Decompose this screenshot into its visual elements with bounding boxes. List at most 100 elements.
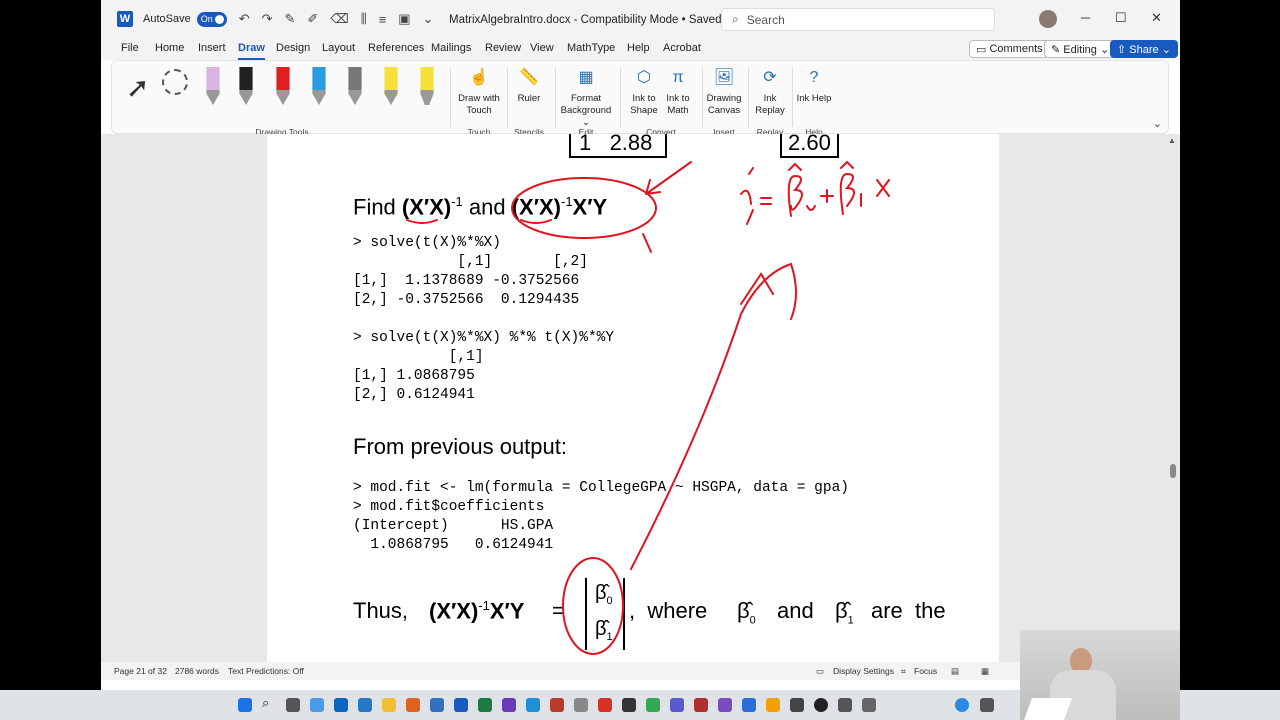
excel-icon[interactable]	[478, 698, 492, 712]
menu-draw[interactable]: Draw	[238, 42, 265, 60]
menu-insert[interactable]: Insert	[198, 42, 226, 54]
canvas-icon: 🖼	[713, 69, 735, 86]
onenote-icon[interactable]	[502, 698, 516, 712]
terminal-icon[interactable]	[622, 698, 636, 712]
acrobat-icon[interactable]	[598, 698, 612, 712]
menu-home[interactable]: Home	[155, 42, 184, 54]
outlook-icon[interactable]	[334, 698, 348, 712]
undo-icon[interactable]: ↶	[239, 11, 250, 27]
ruler-button[interactable]: 📏 Ruler	[504, 65, 554, 105]
pen-blue[interactable]	[348, 67, 362, 105]
word-window: W AutoSave On ↶ ↷ ✎ ✐ ⌫ ⫼ ≡ ▣ ⌄ MatrixAl…	[101, 0, 1180, 690]
maximize-button[interactable]: ☐	[1115, 10, 1127, 26]
pen-black[interactable]	[276, 67, 290, 105]
select-cursor-icon[interactable]: ➚	[126, 71, 149, 104]
lasso-select-icon[interactable]	[162, 69, 188, 95]
read-mode-icon[interactable]: ▤	[951, 666, 959, 677]
visualstudio-icon[interactable]	[718, 698, 732, 712]
save-icon[interactable]: ▣	[398, 11, 410, 27]
word-count[interactable]: 2786 words	[175, 666, 219, 676]
collapse-ribbon-icon[interactable]: ⌄	[1153, 117, 1162, 130]
ink-plus	[820, 189, 834, 203]
display-settings-icon[interactable]: ▭	[816, 666, 824, 677]
search-box[interactable]: ⌕ Search	[721, 8, 995, 31]
app2-icon[interactable]	[838, 698, 852, 712]
minimize-button[interactable]: ─	[1081, 10, 1090, 25]
start-icon[interactable]	[238, 698, 252, 712]
pen-gray[interactable]	[384, 67, 398, 105]
menu-mailings[interactable]: Mailings	[431, 42, 471, 54]
app-icon[interactable]	[574, 698, 588, 712]
display-settings[interactable]: Display Settings	[833, 666, 894, 676]
touch-icon: ☝	[469, 69, 489, 86]
pen-red-selected[interactable]	[312, 67, 326, 105]
access-icon[interactable]	[550, 698, 564, 712]
ink-replay-button[interactable]: ⟳ Ink Replay	[748, 65, 792, 117]
task-view-icon[interactable]	[286, 698, 300, 712]
menu-design[interactable]: Design	[276, 42, 310, 54]
word-taskbar-icon[interactable]	[454, 698, 468, 712]
explorer-icon[interactable]	[382, 698, 396, 712]
document-area: 1 2.88 2.60 Find (X′X)-1 and (X′X)-1X′Y …	[101, 134, 1180, 662]
customize-icon[interactable]: ⌄	[423, 11, 434, 27]
ink-help-button[interactable]: ? Ink Help	[792, 65, 836, 105]
menu-help[interactable]: Help	[627, 42, 650, 54]
powerpoint-icon[interactable]	[694, 698, 708, 712]
menu-layout[interactable]: Layout	[322, 42, 355, 54]
menu-references[interactable]: References	[368, 42, 424, 54]
chrome-icon[interactable]	[646, 698, 660, 712]
vscode-icon[interactable]	[742, 698, 756, 712]
sticky-icon[interactable]	[766, 698, 780, 712]
comments-button[interactable]: ▭ Comments	[969, 40, 1050, 58]
editing-button[interactable]: ✎ Editing ⌄	[1044, 40, 1117, 58]
text-predictions[interactable]: Text Predictions: Off	[228, 666, 304, 676]
highlighter-yellow[interactable]	[420, 67, 434, 105]
menu-review[interactable]: Review	[485, 42, 521, 54]
snip-icon[interactable]	[790, 698, 804, 712]
focus-mode[interactable]: Focus	[914, 666, 937, 676]
scroll-up-icon[interactable]: ▲	[1168, 136, 1176, 145]
menu-file[interactable]: File	[121, 42, 139, 54]
ink-equals	[760, 197, 772, 205]
redo-icon[interactable]: ↷	[262, 11, 273, 27]
menu-acrobat[interactable]: Acrobat	[663, 42, 701, 54]
onedrive-icon[interactable]	[955, 698, 969, 712]
menu-mathtype[interactable]: MathType	[567, 42, 615, 54]
obs-icon[interactable]	[814, 698, 828, 712]
autosave-toggle[interactable]: On	[196, 11, 227, 27]
ink-x	[876, 179, 890, 197]
zoom-icon[interactable]	[358, 698, 372, 712]
app3-icon[interactable]	[862, 698, 876, 712]
help-icon: ?	[809, 69, 819, 86]
shape-icon: ⬡	[637, 69, 651, 86]
search-placeholder: Search	[746, 12, 785, 27]
teams-icon[interactable]	[670, 698, 684, 712]
pen-lavender[interactable]	[206, 67, 220, 105]
close-button[interactable]: ✕	[1151, 10, 1162, 26]
user-avatar[interactable]	[1039, 10, 1057, 28]
edge-icon[interactable]	[526, 698, 540, 712]
highlighter-icon[interactable]: ✐	[307, 11, 318, 27]
draw-with-touch-button[interactable]: ☝ Draw with Touch	[454, 65, 504, 117]
align-icon[interactable]: ≡	[379, 12, 387, 27]
print-layout-icon[interactable]: ▦	[981, 666, 989, 677]
eraser-icon[interactable]: ⌫	[330, 11, 348, 27]
ink-to-math-button[interactable]: π Ink to Math	[656, 65, 700, 117]
share-button[interactable]: ⇧ Share ⌄	[1110, 40, 1178, 58]
network-icon[interactable]	[980, 698, 994, 712]
columns-icon[interactable]: ⫼	[361, 11, 367, 27]
drawing-canvas-button[interactable]: 🖼 Drawing Canvas	[702, 65, 746, 117]
format-background-button[interactable]: ▦ Format Background ⌄	[556, 65, 616, 129]
search-taskbar-icon[interactable]: ⌕	[262, 695, 276, 710]
vertical-scrollbar[interactable]: ▲	[1168, 134, 1178, 662]
scroll-thumb[interactable]	[1170, 464, 1176, 478]
focus-icon[interactable]: ⌗	[901, 666, 906, 677]
copilot-icon[interactable]	[310, 698, 324, 712]
pen-black-a[interactable]	[239, 67, 253, 105]
page-count[interactable]: Page 21 of 32	[114, 666, 167, 676]
firefox-icon[interactable]	[406, 698, 420, 712]
menu-view[interactable]: View	[530, 42, 554, 54]
r-icon[interactable]	[430, 698, 444, 712]
ink-to-shape-label: Ink to Shape	[630, 93, 658, 116]
pen-icon[interactable]: ✎	[285, 11, 296, 27]
